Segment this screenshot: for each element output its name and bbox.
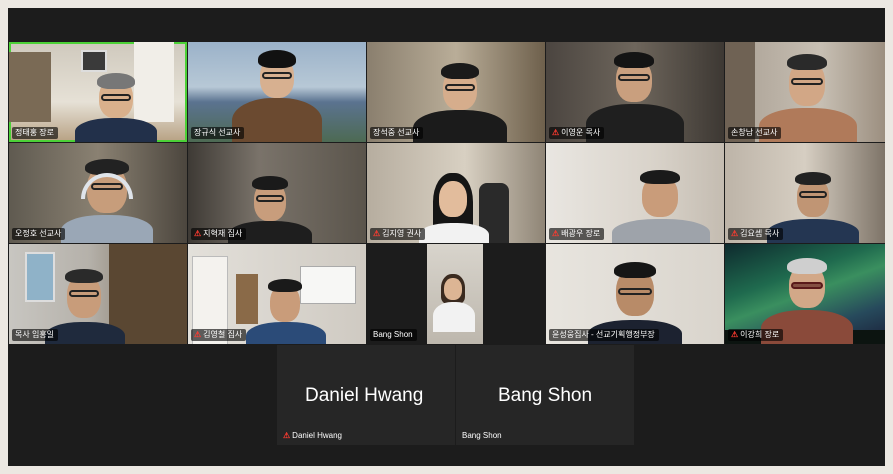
participant-name-tag: 장석중 선교사 <box>370 127 424 139</box>
participant-name: 목사 임홍일 <box>15 330 55 339</box>
participant-name-tag: ⚠ 지혁재 집사 <box>191 228 247 240</box>
video-tile[interactable]: 장규식 선교사 <box>188 42 366 142</box>
video-feed <box>427 244 483 344</box>
video-tile[interactable]: 윤성웅집사 - 선교기획행정부장 <box>546 244 724 344</box>
video-tile[interactable]: Bang Shon <box>367 244 545 344</box>
mic-off-icon: ⚠ <box>194 229 202 238</box>
video-tile[interactable]: ⚠ 배광우 장로 <box>546 143 724 243</box>
participant-display-name: Bang Shon <box>498 385 593 406</box>
participant-name: 김요셉 목사 <box>740 229 780 238</box>
participant-name: 윤성웅집사 - 선교기획행정부장 <box>552 330 655 339</box>
participant-name: 장석중 선교사 <box>373 128 420 137</box>
participant-name-tag: 오정호 선교사 <box>12 228 66 240</box>
participant-name: Daniel Hwang <box>292 431 342 440</box>
video-tile[interactable]: ⚠ 이강희 장로 <box>725 244 885 344</box>
participant-name-tag: ⚠ 이영운 목사 <box>549 127 605 139</box>
participant-name: 김영철 집사 <box>203 330 243 339</box>
video-tile-no-video[interactable]: Daniel Hwang ⚠ Daniel Hwang <box>277 345 455 445</box>
participant-name-tag: ⚠ 김요셉 목사 <box>728 228 784 240</box>
participant-name-tag: ⚠ 김지영 권사 <box>370 228 426 240</box>
video-tile[interactable]: ⚠ 김지영 권사 <box>367 143 545 243</box>
video-tile[interactable]: ⚠ 김영철 집사 <box>188 244 366 344</box>
participant-name-tag: ⚠ Daniel Hwang <box>280 430 346 442</box>
participant-name: 정태홍 장로 <box>15 128 55 137</box>
participant-name-tag: 정태홍 장로 <box>12 127 59 139</box>
mic-off-icon: ⚠ <box>283 431 291 440</box>
participant-name: 지혁재 집사 <box>203 229 243 238</box>
participant-name: 배광우 장로 <box>561 229 601 238</box>
participant-name-tag: 손창남 선교사 <box>728 127 782 139</box>
participant-name: 김지영 권사 <box>382 229 422 238</box>
participant-name-tag: ⚠ 김영철 집사 <box>191 329 247 341</box>
mic-off-icon: ⚠ <box>731 229 739 238</box>
video-tile[interactable]: ⚠ 이영운 목사 <box>546 42 724 142</box>
video-tile-no-video[interactable]: Bang Shon Bang Shon <box>456 345 634 445</box>
participant-name-tag: 목사 임홍일 <box>12 329 59 341</box>
mic-off-icon: ⚠ <box>373 229 381 238</box>
mic-off-icon: ⚠ <box>552 128 560 137</box>
wall-frame <box>81 50 107 72</box>
participant-name: 이영운 목사 <box>561 128 601 137</box>
participant-name: Bang Shon <box>373 330 413 339</box>
video-tile[interactable]: 목사 임홍일 <box>9 244 187 344</box>
participant-name: Bang Shon <box>462 431 502 440</box>
video-tile[interactable]: 오정호 선교사 <box>9 143 187 243</box>
shelf <box>9 52 51 122</box>
whiteboard <box>300 266 356 304</box>
participant-name: 오정호 선교사 <box>15 229 62 238</box>
video-tile[interactable]: ⚠ 지혁재 집사 <box>188 143 366 243</box>
participant-name-tag: Bang Shon <box>370 329 417 341</box>
shelf <box>236 274 258 324</box>
participant-name-tag: Bang Shon <box>459 430 506 442</box>
participant-name: 장규식 선교사 <box>194 128 241 137</box>
mic-off-icon: ⚠ <box>552 229 560 238</box>
participant-name: 이강희 장로 <box>740 330 780 339</box>
video-gallery: 정태홍 장로 장규식 선교사 장석중 선교사 ⚠이영운 목사 손창남 선교사 <box>8 8 885 466</box>
mic-off-icon: ⚠ <box>731 330 739 339</box>
video-tile[interactable]: 손창남 선교사 <box>725 42 885 142</box>
participant-name: 손창남 선교사 <box>731 128 778 137</box>
participant-name-tag: 장규식 선교사 <box>191 127 245 139</box>
participant-name-tag: 윤성웅집사 - 선교기획행정부장 <box>549 329 659 341</box>
video-tile[interactable]: 장석중 선교사 <box>367 42 545 142</box>
door <box>134 42 174 122</box>
mic-off-icon: ⚠ <box>194 330 202 339</box>
video-tile[interactable]: ⚠ 김요셉 목사 <box>725 143 885 243</box>
participant-name-tag: ⚠ 배광우 장로 <box>549 228 605 240</box>
participant-display-name: Daniel Hwang <box>305 385 424 406</box>
participant-name-tag: ⚠ 이강희 장로 <box>728 329 784 341</box>
video-tile[interactable]: 정태홍 장로 <box>9 42 187 142</box>
wall-picture <box>25 252 55 302</box>
